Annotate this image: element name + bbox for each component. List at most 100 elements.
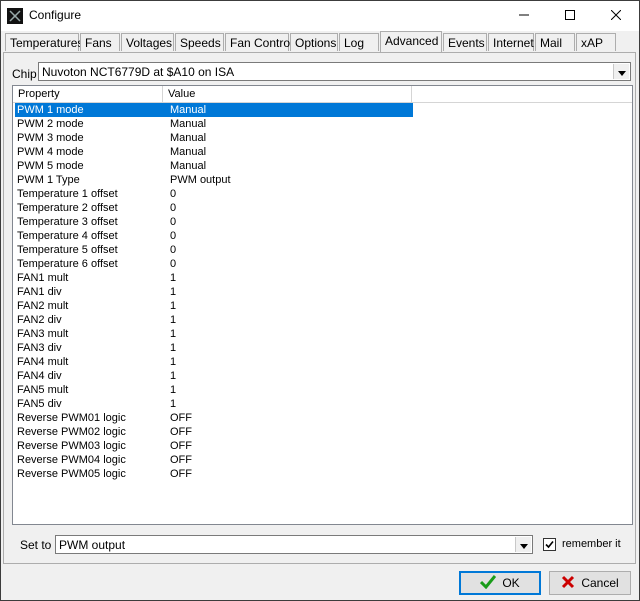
table-row[interactable]: FAN5 mult 1 — [13, 383, 632, 397]
cell-value: 0 — [170, 188, 177, 200]
cell-value: OFF — [170, 468, 192, 480]
tab-xap[interactable]: xAP — [576, 33, 616, 51]
maximize-button[interactable] — [547, 1, 593, 31]
table-row[interactable]: Temperature 4 offset 0 — [13, 229, 632, 243]
table-row[interactable]: FAN1 mult 1 — [13, 271, 632, 285]
cell-value: 1 — [170, 384, 177, 396]
cell-value: Manual — [170, 132, 207, 144]
chip-select-value: Nuvoton NCT6779D at $A10 on ISA — [42, 65, 235, 79]
close-button[interactable] — [593, 1, 639, 31]
cell-property: FAN1 div — [17, 286, 62, 298]
close-icon — [610, 9, 622, 23]
tab-speeds[interactable]: Speeds — [175, 33, 224, 51]
tab-fans[interactable]: Fans — [80, 33, 120, 51]
tab-voltages[interactable]: Voltages — [121, 33, 174, 51]
set-to-select[interactable]: PWM output — [55, 535, 533, 554]
column-header-property[interactable]: Property — [13, 86, 163, 102]
table-row[interactable]: FAN2 mult 1 — [13, 299, 632, 313]
table-row[interactable]: PWM 1 mode Manual — [13, 103, 632, 117]
list-header: Property Value — [13, 86, 632, 103]
cell-property: FAN5 mult — [17, 384, 69, 396]
table-row[interactable]: PWM 4 mode Manual — [13, 145, 632, 159]
cell-property: FAN4 div — [17, 370, 62, 382]
cell-property: Reverse PWM04 logic — [17, 454, 126, 466]
tab-options[interactable]: Options — [290, 33, 338, 51]
tab-strip: Temperatures Fans Voltages Speeds Fan Co… — [1, 31, 639, 53]
window-title: Configure — [29, 8, 82, 22]
tab-advanced[interactable]: Advanced — [380, 31, 442, 53]
tab-events[interactable]: Events — [443, 33, 487, 51]
cell-value: 0 — [170, 244, 177, 256]
table-row[interactable]: Temperature 1 offset 0 — [13, 187, 632, 201]
cell-value: 0 — [170, 216, 177, 228]
checkmark-icon — [544, 539, 555, 550]
list-body: PWM 1 mode Manual PWM 2 mode Manual PWM 3 mo… — [13, 103, 632, 481]
table-row[interactable]: FAN4 div 1 — [13, 369, 632, 383]
cell-property: Reverse PWM01 logic — [17, 412, 126, 424]
table-row[interactable]: Temperature 2 offset 0 — [13, 201, 632, 215]
cell-value: 1 — [170, 272, 177, 284]
cell-property: PWM 4 mode — [17, 146, 84, 158]
cell-value: 1 — [170, 342, 177, 354]
chevron-down-icon — [617, 65, 626, 79]
set-to-label: Set to — [20, 538, 52, 552]
cell-value: PWM output — [170, 174, 231, 186]
table-row[interactable]: Temperature 6 offset 0 — [13, 257, 632, 271]
minimize-button[interactable] — [501, 1, 547, 31]
chip-select[interactable]: Nuvoton NCT6779D at $A10 on ISA — [38, 62, 631, 81]
cell-property: PWM 2 mode — [17, 118, 84, 130]
set-to-dropdown-button[interactable] — [515, 537, 531, 552]
cell-value: 1 — [170, 286, 177, 298]
cancel-x-icon — [561, 575, 575, 592]
cell-property: Temperature 5 offset — [17, 244, 118, 256]
cell-value: 1 — [170, 356, 177, 368]
table-row[interactable]: PWM 1 Type PWM output — [13, 173, 632, 187]
cell-value: OFF — [170, 412, 192, 424]
table-row[interactable]: PWM 5 mode Manual — [13, 159, 632, 173]
remember-checkbox[interactable] — [543, 538, 556, 551]
tab-temperatures[interactable]: Temperatures — [5, 33, 83, 51]
title-bar[interactable]: Configure — [1, 1, 639, 31]
table-row[interactable]: FAN5 div 1 — [13, 397, 632, 411]
cell-value: Manual — [170, 160, 207, 172]
cancel-label: Cancel — [581, 576, 619, 590]
cell-property: Temperature 6 offset — [17, 258, 118, 270]
table-row[interactable]: Temperature 3 offset 0 — [13, 215, 632, 229]
chevron-down-icon — [519, 538, 528, 552]
app-icon — [7, 8, 23, 24]
cell-value: 1 — [170, 314, 177, 326]
tab-mail[interactable]: Mail — [535, 33, 575, 51]
tab-internet[interactable]: Internet — [488, 33, 534, 51]
table-row[interactable]: PWM 2 mode Manual — [13, 117, 632, 131]
table-row[interactable]: Temperature 5 offset 0 — [13, 243, 632, 257]
cell-value: 1 — [170, 300, 177, 312]
ok-button[interactable]: OK — [459, 571, 541, 595]
cell-property: FAN3 div — [17, 342, 62, 354]
cell-property: PWM 5 mode — [17, 160, 84, 172]
cancel-button[interactable]: Cancel — [549, 571, 631, 595]
table-row[interactable]: FAN2 div 1 — [13, 313, 632, 327]
table-row[interactable]: Reverse PWM05 logic OFF — [13, 467, 632, 481]
cell-property: Temperature 3 offset — [17, 216, 118, 228]
table-row[interactable]: FAN3 mult 1 — [13, 327, 632, 341]
cell-value: 0 — [170, 230, 177, 242]
table-row[interactable]: FAN1 div 1 — [13, 285, 632, 299]
tab-log[interactable]: Log — [339, 33, 379, 51]
advanced-tab-panel: Chip Nuvoton NCT6779D at $A10 on ISA Pro… — [3, 52, 636, 564]
table-row[interactable]: FAN3 div 1 — [13, 341, 632, 355]
ok-label: OK — [502, 576, 520, 590]
chip-dropdown-button[interactable] — [613, 64, 629, 79]
cell-property: Reverse PWM03 logic — [17, 440, 126, 452]
column-header-value[interactable]: Value — [163, 86, 412, 102]
table-row[interactable]: Reverse PWM03 logic OFF — [13, 439, 632, 453]
table-row[interactable]: Reverse PWM01 logic OFF — [13, 411, 632, 425]
table-row[interactable]: FAN4 mult 1 — [13, 355, 632, 369]
properties-list[interactable]: Property Value PWM 1 mode Manual PWM 2 mod… — [12, 85, 633, 525]
cell-property: FAN4 mult — [17, 356, 69, 368]
table-row[interactable]: Reverse PWM04 logic OFF — [13, 453, 632, 467]
cell-value: 0 — [170, 202, 177, 214]
maximize-icon — [565, 9, 575, 23]
table-row[interactable]: PWM 3 mode Manual — [13, 131, 632, 145]
tab-fan-control[interactable]: Fan Control — [225, 33, 293, 51]
table-row[interactable]: Reverse PWM02 logic OFF — [13, 425, 632, 439]
